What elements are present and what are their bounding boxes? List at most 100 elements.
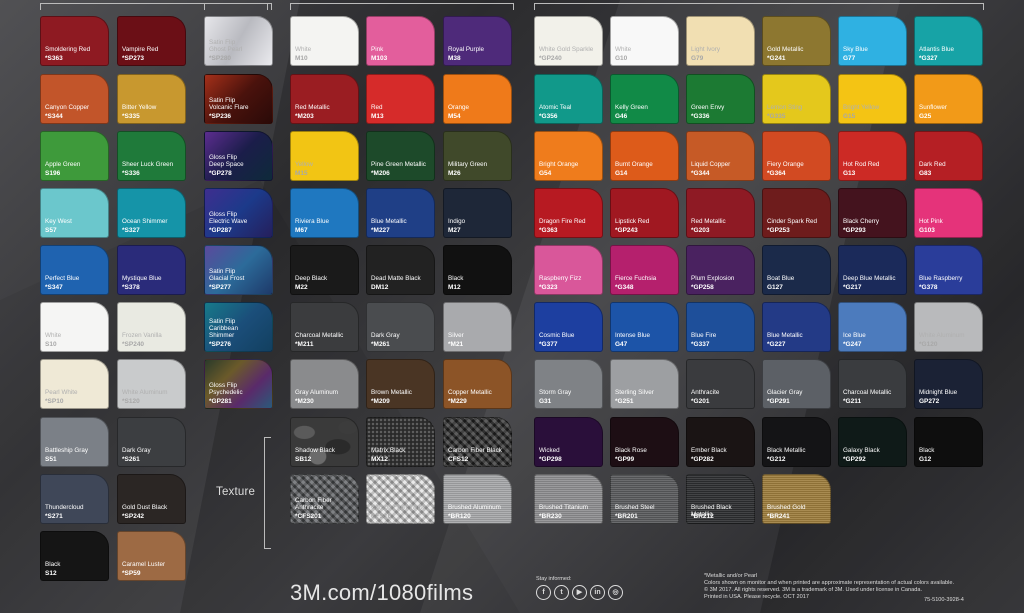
swatch-name: Gloss Flip Electric Wave [209,211,248,225]
linkedin-icon[interactable]: in [590,585,605,600]
swatch-name: Royal Purple [448,46,485,53]
swatch-name: Deep Blue Metallic [843,275,896,282]
swatch-code: *GP243 [615,227,638,234]
swatch-black-cherry: Black Cherry *GP293 [838,188,907,238]
swatch-name: Dragon Fire Red [539,218,586,225]
color-chart-sheet: Smoldering Red *S363 Vampire Red *SP273 Cany… [0,0,1024,613]
swatch-name: Sunflower [919,104,948,111]
swatch-name: Black [919,447,935,454]
instagram-icon[interactable]: ◎ [608,585,623,600]
swatch-gold-metallic: Gold Metallic *G241 [762,16,831,66]
swatch-bright-orange: Bright Orange G54 [534,131,603,181]
swatch-code: G15 [843,113,856,120]
swatch-code: *G247 [843,341,862,348]
swatch-boat-blue: Boat Blue G127 [762,245,831,295]
swatch-key-west: Key West S57 [40,188,109,238]
swatch-black: Black G12 [914,417,983,467]
swatch-bright-yellow: Bright Yellow G15 [838,74,907,124]
swatch-code: *S335 [122,113,140,120]
facebook-icon[interactable]: f [536,585,551,600]
swatch-code: *S120 [122,398,140,405]
swatch-hot-pink: Hot Pink G103 [914,188,983,238]
swatch-name: Gloss Flip Psychedelic [209,382,243,396]
swatch-code: *CFS201 [295,513,322,520]
swatch-lemon-sting: Lemon Sting *G335 [762,74,831,124]
swatch-code: *SP280 [209,55,232,62]
swatch-name: Battleship Gray [45,447,89,454]
swatch-code: G83 [919,170,932,177]
swatch-fierce-fuchsia: Fierce Fuchsia *G348 [610,245,679,295]
swatch-bitter-yellow: Bitter Yellow *S335 [117,74,186,124]
swatch-code: *S271 [45,513,63,520]
swatch-code: G47 [615,341,628,348]
swatch-name: Intense Blue [615,332,651,339]
swatch-name: Key West [45,218,72,225]
swatch-code: *G364 [767,170,786,177]
swatch-name: Atlantis Blue [919,46,955,53]
swatch-brushed-steel: Brushed Steel *BR201 [610,474,679,524]
swatch-code: G54 [539,170,552,177]
swatch-name: Gray Aluminum [295,389,339,396]
swatch-brushed-black-metallic: Brushed Black Metallic *BR212 [686,474,755,524]
swatch-royal-purple: Royal Purple M38 [443,16,512,66]
swatch-white-aluminum: White Aluminum *S120 [117,359,186,409]
swatch-black-metallic: Black Metallic *G212 [762,417,831,467]
swatch-name: Brown Metallic [371,389,412,396]
swatch-copper-metallic: Copper Metallic *M229 [443,359,512,409]
swatch-indigo: Indigo M27 [443,188,512,238]
swatch-code: *GP282 [691,456,714,463]
swatch-name: Raspberry Fizz [539,275,582,282]
stay-informed-label: Stay informed: [536,576,572,582]
swatch-code: M12 [448,284,461,291]
swatch-gray-aluminum: Gray Aluminum *M230 [290,359,359,409]
swatch-name: Matrix Black [371,447,406,454]
swatch-name: Blue Metallic [767,332,803,339]
twitter-icon[interactable]: t [554,585,569,600]
swatch-name: Brushed Steel [615,504,655,511]
swatch-code: *G241 [767,55,786,62]
swatch-name: Hot Pink [919,218,943,225]
swatch-code: *M229 [448,398,467,405]
swatch-carbon-fiber-white: Carbon Fiber White CFS10 [366,474,435,524]
swatch-code: *SP273 [122,55,145,62]
swatch-name: Charcoal Metallic [295,332,344,339]
swatch-code: *GP253 [767,227,790,234]
swatch-caramel-luster: Caramel Luster *SP59 [117,531,186,581]
swatch-code: G25 [919,113,932,120]
swatch-code: S10 [45,341,57,348]
swatch-name: Ice Blue [843,332,866,339]
swatch-name: Orange [448,104,470,111]
swatch-code: M26 [448,170,461,177]
swatch-code: M103 [371,55,388,62]
swatch-white: White S10 [40,302,109,352]
swatch-storm-gray: Storm Gray G31 [534,359,603,409]
swatch-code: CFS10 [371,513,392,520]
swatch-name: Frozen Vanilla [122,332,162,339]
swatch-code: *M206 [371,170,390,177]
swatch-name: Sheer Luck Green [122,161,174,168]
swatch-satin-flip-volcanic-flare: Satin Flip Volcanic Flare *SP236 [204,74,273,124]
swatch-code: *G348 [615,284,634,291]
swatch-wicked: Wicked *GP298 [534,417,603,467]
swatch-code: *G336 [691,113,710,120]
swatch-code: *M230 [295,398,314,405]
swatch-orange: Orange M54 [443,74,512,124]
swatch-name: Gold Dust Black [122,504,168,511]
texture-bracket [264,437,271,549]
swatch-name: Carbon Fiber Black [448,447,502,454]
swatch-code: *SP242 [122,513,145,520]
swatch-code: *SP277 [209,284,232,291]
footnote-line: *Metallic and/or Pearl [704,573,758,579]
swatch-name: Satin Flip Caribbean Shimmer [209,318,239,339]
swatch-name: Yellow [295,161,313,168]
swatch-code: S51 [45,456,57,463]
swatch-name: Silver [448,332,464,339]
swatch-gloss-flip-psychedelic: Gloss Flip Psychedelic *GP281 [204,359,273,409]
website-url[interactable]: 3M.com/1080films [290,580,473,606]
swatch-code: G13 [843,170,856,177]
swatch-code: M13 [371,113,384,120]
youtube-icon[interactable]: ▶ [572,585,587,600]
swatch-name: Blue Raspberry [919,275,963,282]
swatch-intense-blue: Intense Blue G47 [610,302,679,352]
swatch-hot-rod-red: Hot Rod Red G13 [838,131,907,181]
